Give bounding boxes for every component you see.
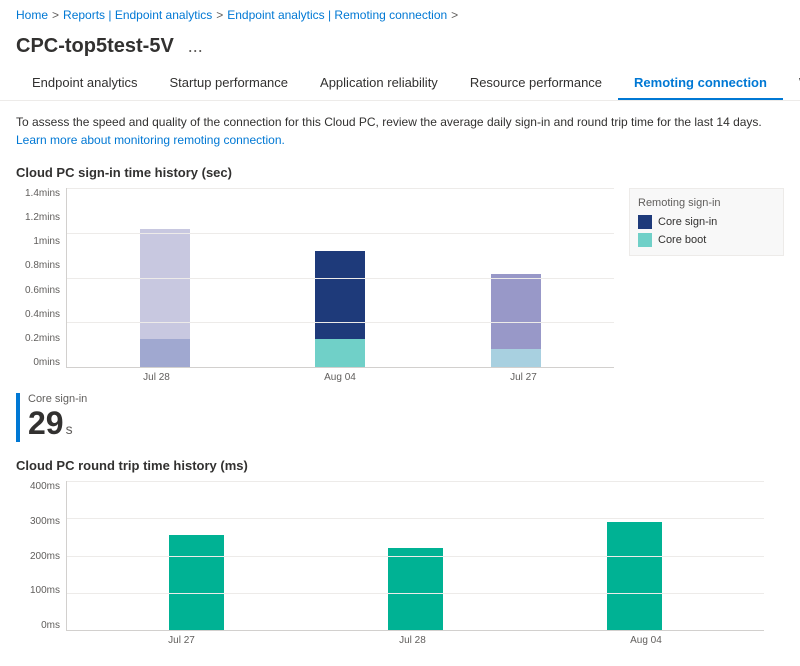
legend-swatch-core-signin xyxy=(638,215,652,229)
tab-startup-performance[interactable]: Startup performance xyxy=(154,67,305,100)
rtt-y-axis: 400ms 300ms 200ms 100ms 0ms xyxy=(16,481,66,631)
legend-item-core-signin: Core sign-in xyxy=(638,215,775,229)
bar-jul27-remoting xyxy=(491,274,541,349)
signin-chart-wrapper: 1.4mins 1.2mins 1mins 0.8mins 0.6mins 0.… xyxy=(16,188,784,368)
rtt-bar-jul28 xyxy=(388,548,443,630)
stat-unit: s xyxy=(66,421,73,437)
bar-aug04-core-boot xyxy=(315,339,365,367)
rtt-chart-wrapper: 400ms 300ms 200ms 100ms 0ms xyxy=(16,481,784,631)
signin-x-axis: Jul 28 Aug 04 Jul 27 xyxy=(66,368,614,383)
signin-y-axis: 1.4mins 1.2mins 1mins 0.8mins 0.6mins 0.… xyxy=(16,188,66,368)
rtt-chart-title: Cloud PC round trip time history (ms) xyxy=(16,458,784,473)
tab-work-from-anywhere[interactable]: Work From Anywhere xyxy=(783,67,800,100)
signin-bar-aug04 xyxy=(313,251,368,367)
signin-chart-container: Cloud PC sign-in time history (sec) 1.4m… xyxy=(16,165,784,383)
legend-swatch-core-boot xyxy=(638,233,652,247)
breadcrumb-remoting[interactable]: Endpoint analytics | Remoting connection xyxy=(227,8,447,22)
description-text: To assess the speed and quality of the c… xyxy=(16,113,784,149)
breadcrumb-sep-2: > xyxy=(216,8,223,22)
stat-inner: Core sign-in 29 s xyxy=(28,393,87,442)
page-title: CPC-top5test-5V xyxy=(16,35,174,58)
tab-resource-performance[interactable]: Resource performance xyxy=(454,67,618,100)
signin-bar-jul28 xyxy=(137,229,192,367)
stat-value: 29 xyxy=(28,405,64,442)
legend-item-core-boot: Core boot xyxy=(638,233,775,247)
rtt-x-axis: Jul 27 Jul 28 Aug 04 xyxy=(66,631,764,646)
breadcrumb-reports[interactable]: Reports | Endpoint analytics xyxy=(63,8,212,22)
bar-aug04-core-signin xyxy=(315,251,365,339)
tab-endpoint-analytics[interactable]: Endpoint analytics xyxy=(16,67,154,100)
rtt-bar-aug04 xyxy=(607,522,662,630)
tabs-bar: Endpoint analytics Startup performance A… xyxy=(0,67,800,101)
tab-application-reliability[interactable]: Application reliability xyxy=(304,67,454,100)
breadcrumb: Home > Reports | Endpoint analytics > En… xyxy=(0,0,800,30)
core-signin-stat: Core sign-in 29 s xyxy=(16,393,784,442)
tab-remoting-connection[interactable]: Remoting connection xyxy=(618,67,783,100)
ellipsis-button[interactable]: ... xyxy=(182,34,209,59)
stat-label: Core sign-in xyxy=(28,393,87,405)
signin-chart-title: Cloud PC sign-in time history (sec) xyxy=(16,165,784,180)
signin-bar-jul27 xyxy=(489,274,544,367)
rtt-bar-jul27 xyxy=(169,535,224,630)
page-header: CPC-top5test-5V ... xyxy=(0,30,800,67)
stat-value-row: 29 s xyxy=(28,405,87,442)
rtt-chart-container: Cloud PC round trip time history (ms) 40… xyxy=(16,458,784,646)
bar-jul28-core-boot xyxy=(140,339,190,367)
breadcrumb-sep-3: > xyxy=(451,8,458,22)
breadcrumb-sep-1: > xyxy=(52,8,59,22)
breadcrumb-home[interactable]: Home xyxy=(16,8,48,22)
signin-chart-area xyxy=(66,188,614,368)
main-content: To assess the speed and quality of the c… xyxy=(0,101,800,666)
legend-title: Remoting sign-in xyxy=(638,197,775,209)
learn-more-link[interactable]: Learn more about monitoring remoting con… xyxy=(16,133,285,147)
signin-legend: Remoting sign-in Core sign-in Core boot xyxy=(629,188,784,256)
bar-jul27-core-boot xyxy=(491,349,541,367)
rtt-chart-area xyxy=(66,481,764,631)
